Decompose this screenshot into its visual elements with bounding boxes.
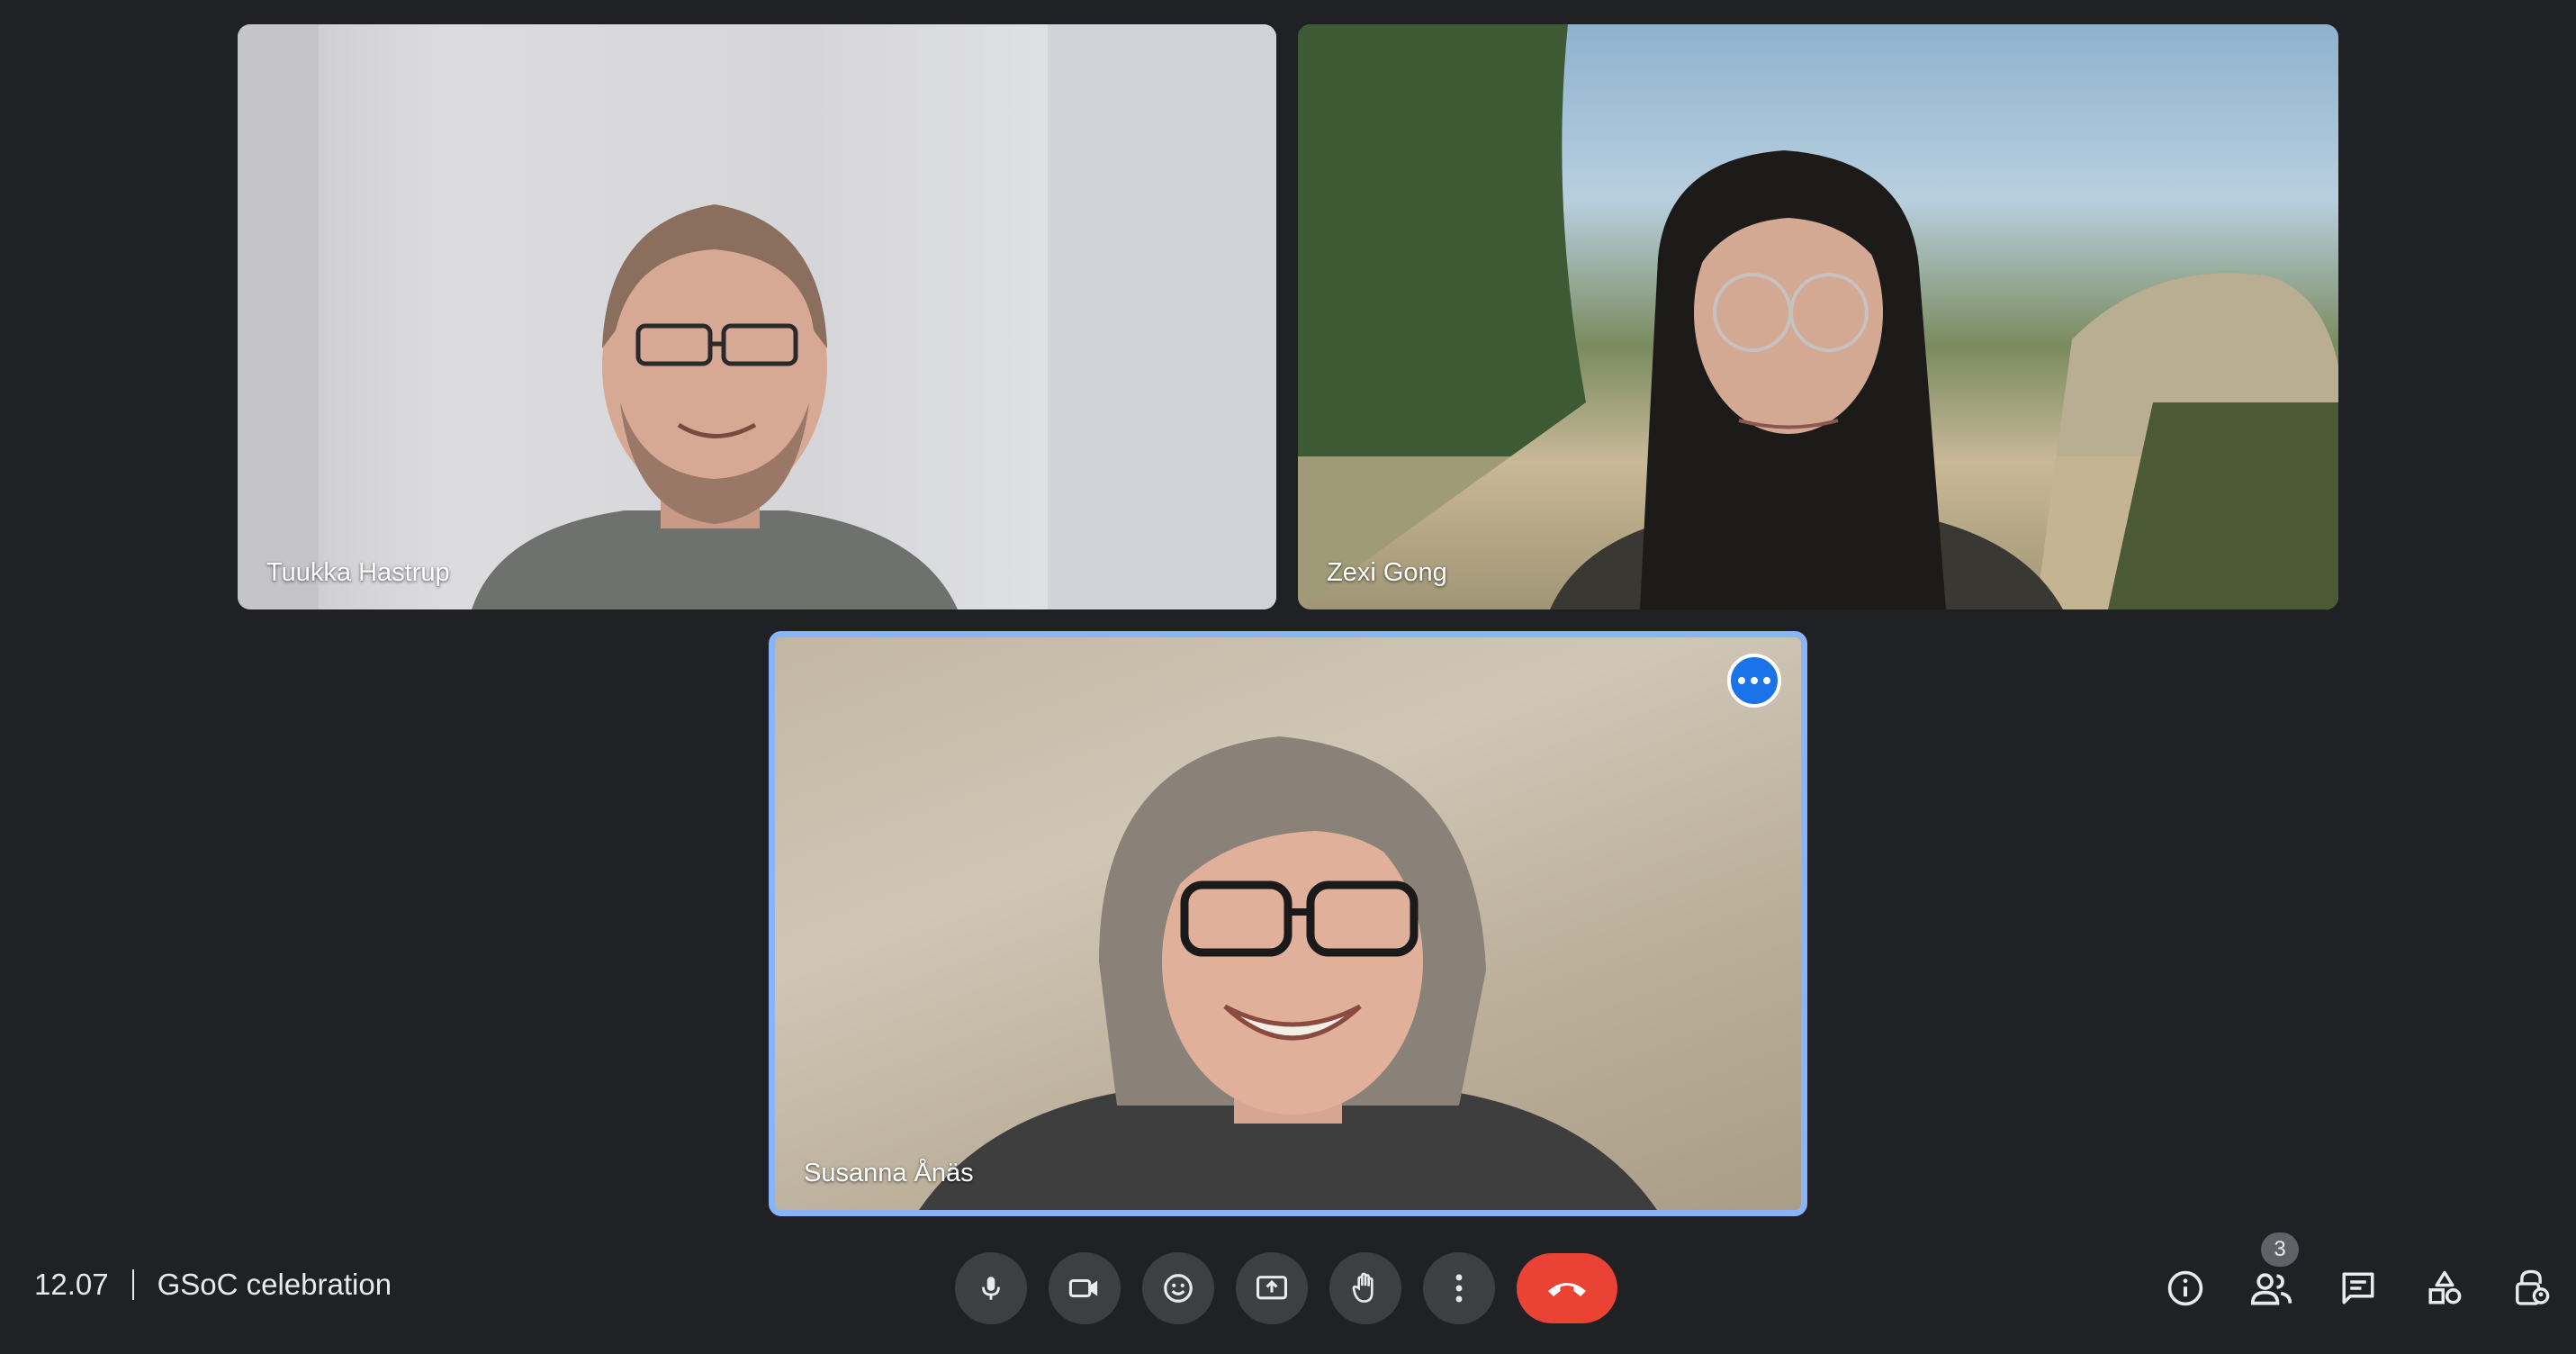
camera-button[interactable] xyxy=(1049,1252,1121,1324)
meet-stage: Tuukka Hastrup Zexi Gong Susanna Ånäs 12… xyxy=(0,0,2576,1354)
participant-video xyxy=(1298,24,2338,609)
participant-more-options-button[interactable] xyxy=(1727,654,1781,708)
people-icon xyxy=(2250,1273,2292,1305)
microphone-icon xyxy=(982,1277,1000,1300)
host-controls-button[interactable] xyxy=(2495,1252,2567,1324)
people-button[interactable]: 3 xyxy=(2236,1232,2308,1324)
activities-button[interactable] xyxy=(2409,1252,2481,1324)
leave-call-button[interactable] xyxy=(1517,1253,1617,1323)
people-count-badge: 3 xyxy=(2261,1232,2299,1267)
raise-hand-icon xyxy=(1352,1272,1374,1303)
more-options-button[interactable] xyxy=(1423,1252,1495,1324)
participant-name: Zexi Gong xyxy=(1327,558,1447,587)
meeting-info: 12.07 GSoC celebration xyxy=(34,1268,392,1302)
participant-video xyxy=(919,736,1657,1210)
vertical-dots-icon xyxy=(1455,1274,1463,1303)
participant-name: Susanna Ånäs xyxy=(804,1159,974,1187)
divider xyxy=(131,1269,134,1300)
lock-person-icon xyxy=(2516,1269,2550,1305)
info-icon xyxy=(2167,1270,2203,1306)
more-dots-icon xyxy=(1763,677,1770,684)
participant-tile[interactable]: Tuukka Hastrup xyxy=(238,24,1276,609)
chat-icon xyxy=(2342,1272,2374,1304)
meeting-details-button[interactable] xyxy=(2149,1252,2221,1324)
participant-tile[interactable]: Zexi Gong xyxy=(1298,24,2338,609)
emoji-icon xyxy=(1164,1274,1193,1303)
more-dots-icon xyxy=(1751,677,1758,684)
present-screen-button[interactable] xyxy=(1236,1252,1308,1324)
raise-hand-button[interactable] xyxy=(1329,1252,1401,1324)
meeting-time: 12.07 xyxy=(34,1268,109,1301)
camera-icon xyxy=(1068,1278,1098,1298)
participant-name: Tuukka Hastrup xyxy=(266,558,450,587)
call-controls xyxy=(955,1252,1617,1324)
present-screen-icon xyxy=(1256,1276,1287,1300)
chat-button[interactable] xyxy=(2322,1252,2394,1324)
microphone-button[interactable] xyxy=(955,1252,1027,1324)
hang-up-icon xyxy=(1548,1283,1586,1296)
participant-video xyxy=(238,24,1276,609)
participant-tile-active[interactable]: Susanna Ånäs xyxy=(769,631,1807,1216)
emoji-reactions-button[interactable] xyxy=(1142,1252,1214,1324)
more-dots-icon xyxy=(1738,677,1745,684)
side-controls: 3 xyxy=(2135,1232,2567,1324)
activities-icon xyxy=(2428,1270,2462,1304)
meeting-title: GSoC celebration xyxy=(157,1268,392,1301)
